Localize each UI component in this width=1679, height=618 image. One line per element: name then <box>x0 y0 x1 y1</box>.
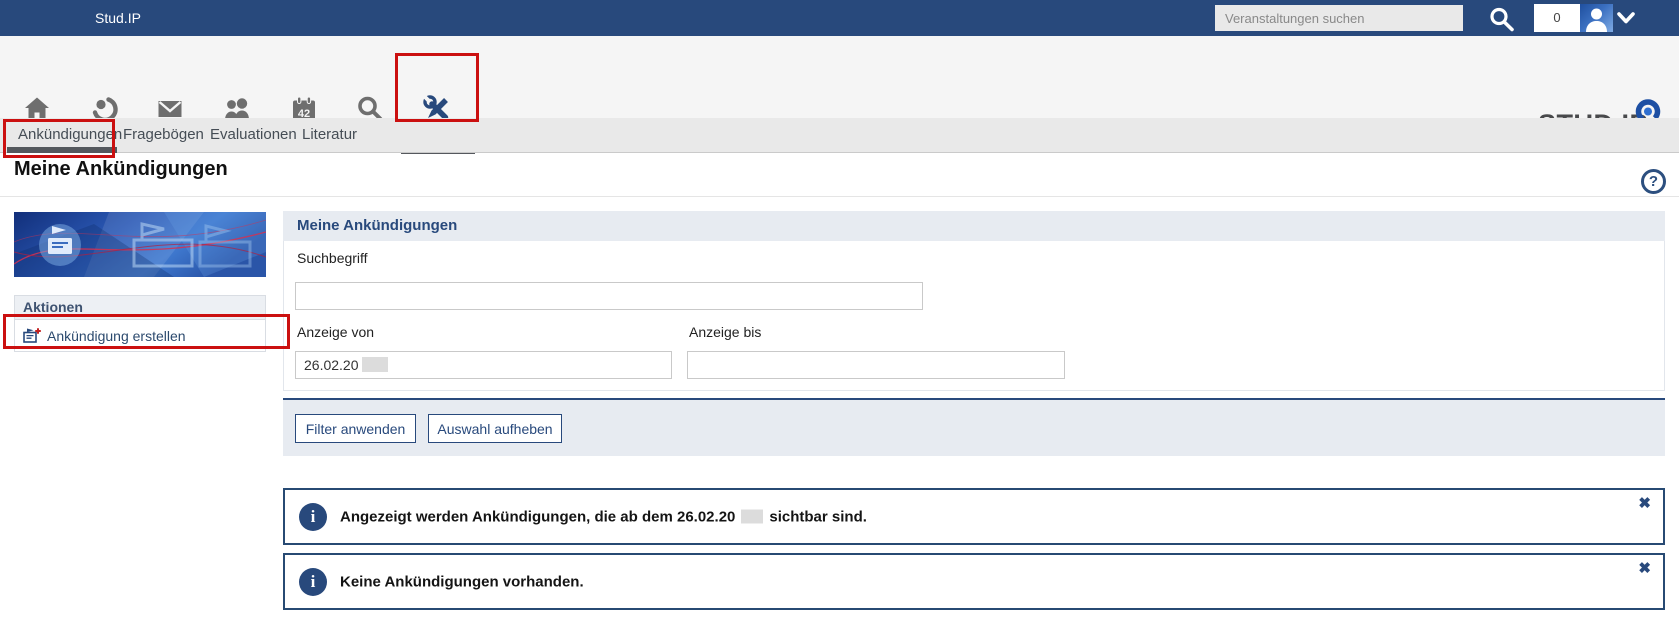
message-date: 26.02.20 <box>677 508 735 525</box>
user-icon <box>1580 4 1613 32</box>
display-from-value: 26.02.20 <box>304 357 359 373</box>
info-message-text: Keine Ankündigungen vorhanden. <box>340 573 584 590</box>
info-icon: i <box>299 503 327 531</box>
display-until-label: Anzeige bis <box>689 324 761 340</box>
redaction-box <box>741 509 763 523</box>
reset-selection-button[interactable]: Auswahl aufheben <box>428 414 562 443</box>
actions-widget: Aktionen Ankündigung erstellen <box>14 295 266 352</box>
display-from-label: Anzeige von <box>297 324 374 340</box>
info-message-text: Angezeigt werden Ankündigungen, die ab d… <box>340 508 867 525</box>
score-counter[interactable]: 0 <box>1534 4 1580 32</box>
chevron-down-icon <box>1615 11 1637 26</box>
active-tab-underline <box>7 147 117 153</box>
close-message-button[interactable]: ✖ <box>1638 559 1651 577</box>
page-title: Meine Ankündigungen <box>14 158 228 181</box>
message-prefix: Angezeigt werden Ankündigungen, die ab d… <box>340 508 673 525</box>
course-search-button[interactable] <box>1487 5 1515 32</box>
info-icon: i <box>299 568 327 596</box>
apply-filter-button[interactable]: Filter anwenden <box>295 414 416 443</box>
studip-page: Stud.IP 0 <box>0 0 1679 618</box>
announcement-add-icon <box>23 327 41 345</box>
help-button[interactable]: ? <box>1641 169 1666 194</box>
display-from-input[interactable]: 26.02.20 <box>295 351 672 379</box>
tab-evaluationen[interactable]: Evaluationen <box>210 118 297 152</box>
search-term-input[interactable] <box>295 282 923 310</box>
tools-tabbar: Ankündigungen Fragebögen Evaluationen Li… <box>0 118 1679 153</box>
course-search-input[interactable] <box>1215 5 1463 31</box>
tab-frageboegen[interactable]: Fragebögen <box>123 118 204 152</box>
avatar[interactable] <box>1580 4 1613 32</box>
tab-literatur[interactable]: Literatur <box>302 118 357 152</box>
main-toolbar: 42 Tools Stud.IP <box>0 36 1679 118</box>
title-divider <box>0 196 1679 197</box>
create-announcement-link[interactable]: Ankündigung erstellen <box>15 320 265 351</box>
topbar: Stud.IP 0 <box>0 0 1679 36</box>
info-message-visibility: i Angezeigt werden Ankündigungen, die ab… <box>283 488 1665 545</box>
search-term-label: Suchbegriff <box>297 250 368 266</box>
actions-widget-title: Aktionen <box>15 296 265 320</box>
message-suffix: sichtbar sind. <box>769 508 867 525</box>
help-icon: ? <box>1649 173 1658 190</box>
info-message-empty: i Keine Ankündigungen vorhanden. ✖ <box>283 553 1665 610</box>
profile-menu-button[interactable] <box>1615 11 1637 26</box>
create-announcement-label: Ankündigung erstellen <box>47 328 186 344</box>
display-until-input[interactable] <box>687 351 1065 379</box>
redaction-box <box>362 357 388 372</box>
search-icon <box>1487 5 1515 32</box>
topbar-brand: Stud.IP <box>95 0 141 36</box>
sidebar-banner-image <box>14 212 266 277</box>
filter-panel-title: Meine Ankündigungen <box>283 211 1665 241</box>
close-message-button[interactable]: ✖ <box>1638 494 1651 512</box>
